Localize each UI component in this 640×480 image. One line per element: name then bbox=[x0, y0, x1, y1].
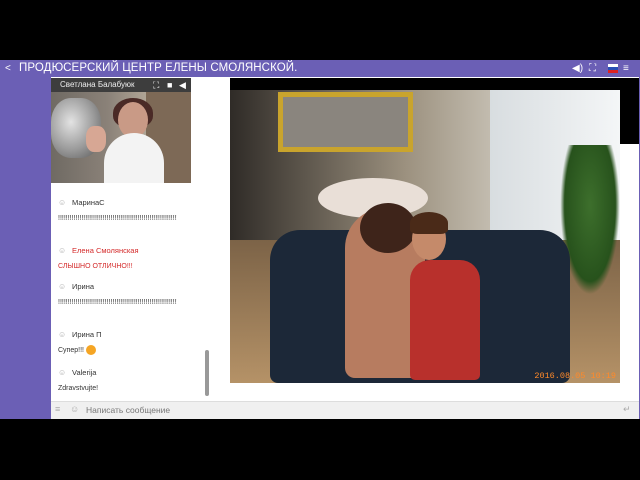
menu-icon[interactable]: ≡ bbox=[623, 62, 629, 75]
chat-scrollbar[interactable] bbox=[205, 350, 209, 396]
message-input[interactable]: Написать сообщение bbox=[86, 405, 170, 415]
menu-lines-icon[interactable]: ≡ bbox=[55, 404, 60, 414]
share-icon[interactable]: < bbox=[5, 60, 11, 77]
user-icon: ☺ bbox=[58, 368, 67, 377]
page-title: ПРОДЮСЕРСКИЙ ЦЕНТР ЕЛЕНЫ СМОЛЯНСКОЙ. bbox=[19, 62, 298, 74]
chat-message: ☺ Valerija Zdravstvujte! bbox=[58, 368, 188, 394]
chat-message: ☺ Ирина П Супер!!! bbox=[58, 330, 188, 356]
chat-username: МаринаС bbox=[72, 198, 105, 207]
expand-icon[interactable]: ⛶ bbox=[153, 80, 159, 90]
chat-username: Елена Смолянская bbox=[72, 246, 139, 255]
chat-text: СЛЫШНО ОТЛИЧНО!!! bbox=[58, 263, 133, 270]
emoji-icon[interactable]: ☺ bbox=[70, 404, 79, 414]
chat-panel: ☺ МаринаС !!!!!!!!!!!!!!!!!!!!!!!!!!!!!!!… bbox=[51, 183, 211, 401]
user-icon: ☺ bbox=[58, 282, 67, 291]
chat-message: ☺ Елена Смолянская СЛЫШНО ОТЛИЧНО!!! bbox=[58, 246, 188, 272]
fullscreen-icon[interactable]: ⛶ bbox=[589, 62, 596, 75]
top-bar: < ПРОДЮСЕРСКИЙ ЦЕНТР ЕЛЕНЫ СМОЛЯНСКОЙ. ◀… bbox=[0, 60, 640, 77]
chat-text: !!!!!!!!!!!!!!!!!!!!!!!!!!!!!!!!!!!!!!!!… bbox=[58, 215, 177, 222]
flag-ru-icon[interactable] bbox=[608, 64, 618, 73]
chat-message: ☺ МаринаС !!!!!!!!!!!!!!!!!!!!!!!!!!!!!!!… bbox=[58, 198, 188, 224]
smile-emoji-icon bbox=[85, 345, 96, 356]
video-speaker-name: Светлана Балабуюк bbox=[60, 80, 135, 89]
presentation-photo: 2016.08.05 10:19 bbox=[230, 90, 620, 383]
chat-text: Супер!!! bbox=[58, 347, 84, 354]
user-icon: ☺ bbox=[58, 246, 67, 255]
chat-text: Zdravstvujte! bbox=[58, 385, 99, 392]
message-input-bar[interactable]: ≡ ☺ Написать сообщение ↵ bbox=[51, 401, 639, 419]
user-icon: ☺ bbox=[58, 198, 67, 207]
chat-text: !!!!!!!!!!!!!!!!!!!!!!!!!!!!!!!!!!!!!!!!… bbox=[58, 299, 177, 306]
mirror bbox=[278, 92, 413, 152]
chat-username: Ирина П bbox=[72, 330, 102, 339]
user-icon: ☺ bbox=[58, 330, 67, 339]
send-icon[interactable]: ↵ bbox=[623, 404, 631, 415]
chat-message: ☺ Ирина !!!!!!!!!!!!!!!!!!!!!!!!!!!!!!!!!… bbox=[58, 282, 188, 308]
camera-icon[interactable]: ■ bbox=[167, 80, 172, 90]
chat-username: Valerija bbox=[72, 368, 97, 377]
chat-username: Ирина bbox=[72, 282, 95, 291]
volume-icon[interactable]: ◀) bbox=[572, 62, 583, 75]
presentation-gap bbox=[213, 78, 230, 144]
webcam-video[interactable]: Светлана Балабуюк ⛶ ■ ◀ bbox=[51, 78, 191, 183]
play-back-icon[interactable]: ◀ bbox=[179, 80, 186, 90]
photo-date-stamp: 2016.08.05 10:19 bbox=[534, 371, 616, 381]
